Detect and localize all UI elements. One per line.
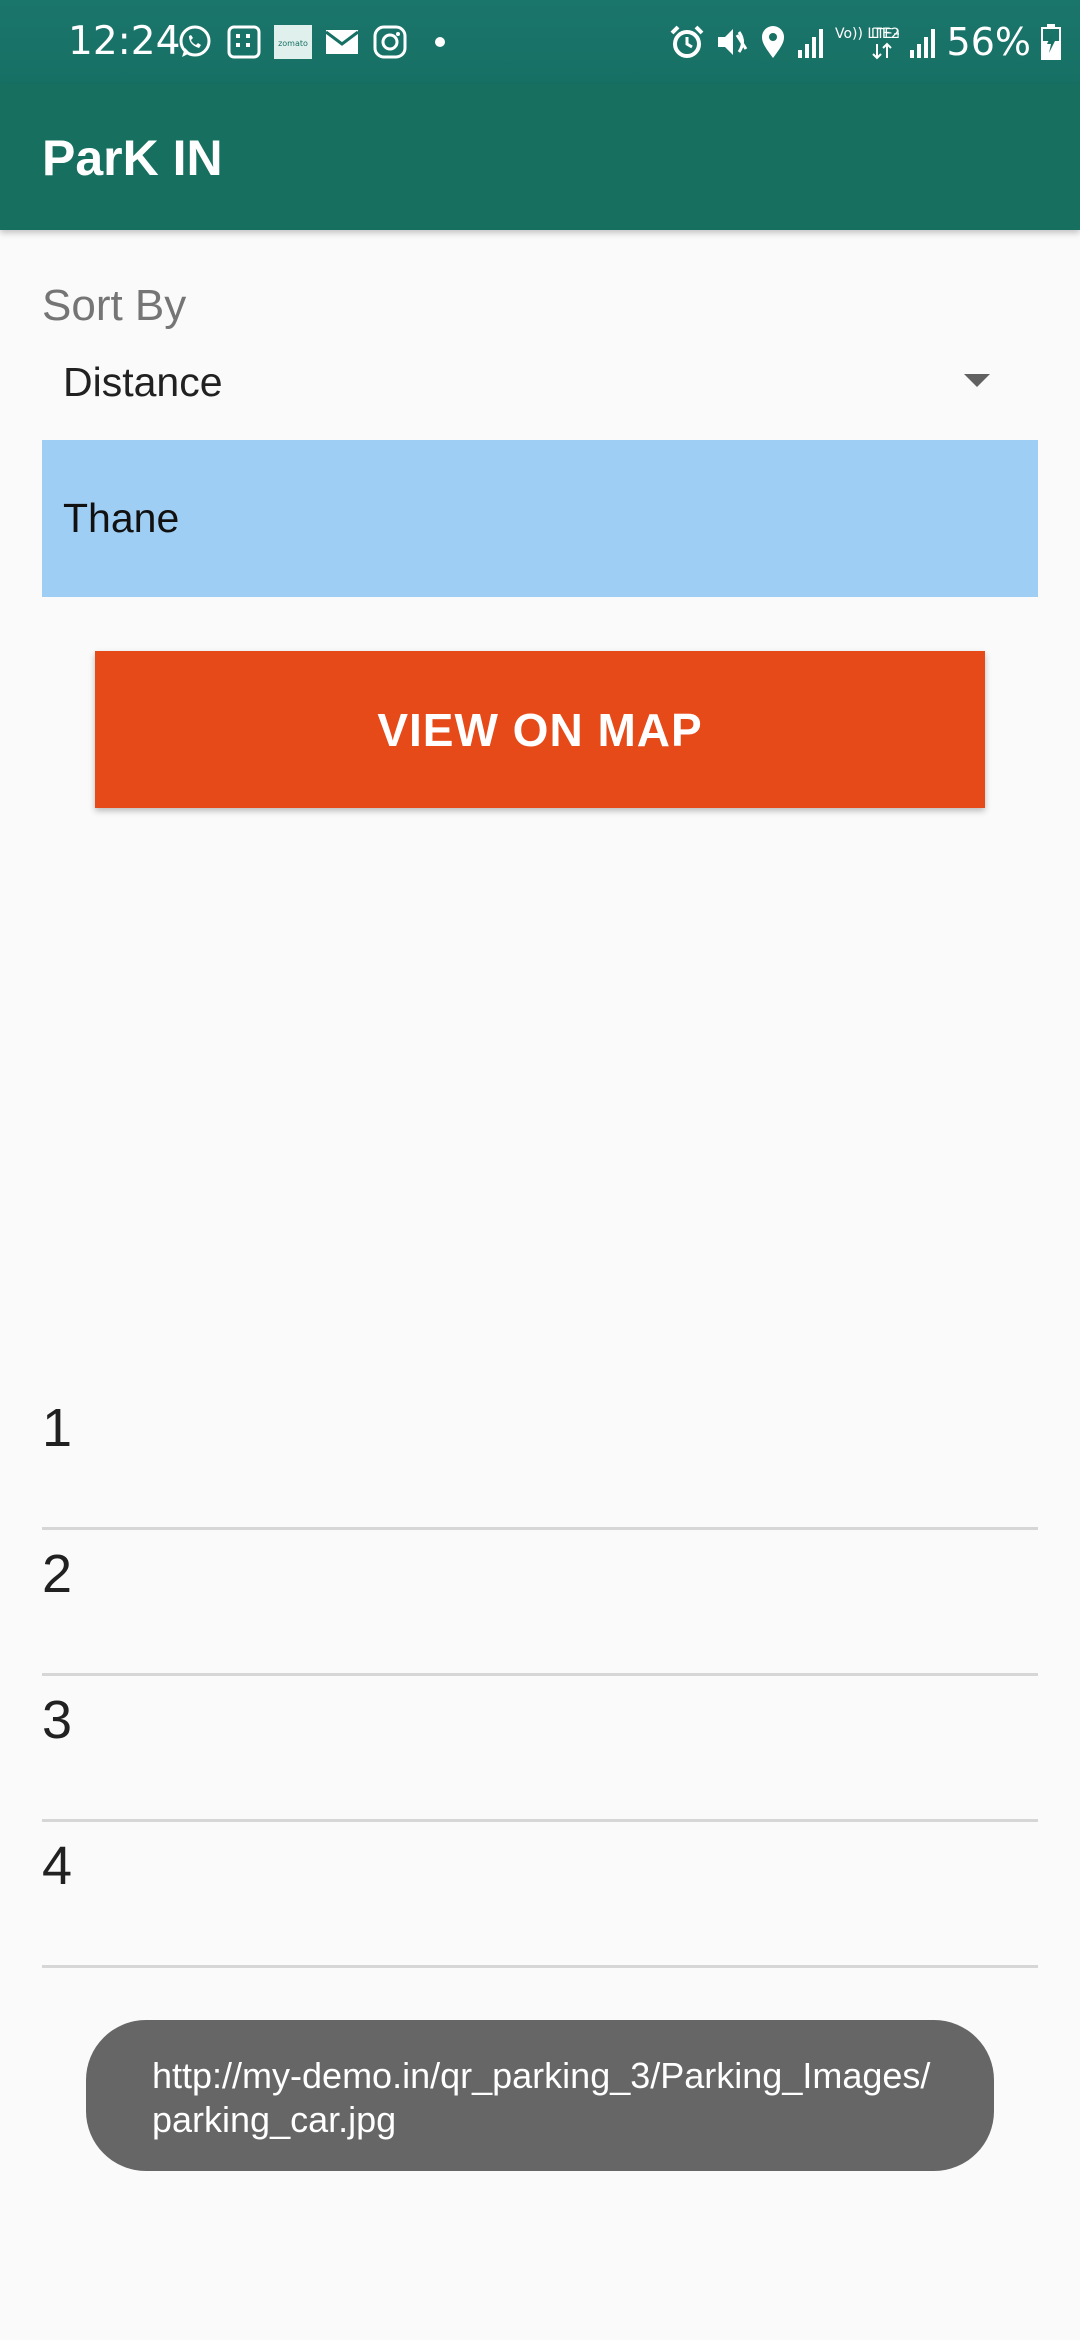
volte-lte-icon: Vo)) LTE2 LTE+ <box>835 22 899 62</box>
battery-charging-icon <box>1040 23 1062 61</box>
dot-icon <box>434 36 446 48</box>
signal-icon <box>908 26 938 58</box>
mail-icon <box>324 27 360 57</box>
status-time: 12:24 <box>68 19 181 64</box>
location-icon <box>759 24 787 60</box>
list-item-label: 2 <box>42 1544 73 1604</box>
list-item-label: 3 <box>42 1690 73 1750</box>
sort-by-label: Sort By <box>42 281 187 330</box>
dropdown-arrow-icon <box>964 374 990 387</box>
mute-icon <box>714 24 750 60</box>
battery-percent: 56% <box>946 20 1031 64</box>
list-item[interactable]: 2 <box>42 1530 1038 1676</box>
toast-text: http://my-demo.in/qr_parking_3/Parking_I… <box>152 2055 931 2140</box>
system-icons: Vo)) LTE2 LTE+ 56% <box>669 20 1062 64</box>
alarm-icon <box>669 24 705 60</box>
whatsapp-icon <box>176 23 214 61</box>
instagram-icon <box>372 24 408 60</box>
list-item[interactable]: 4 <box>42 1822 1038 1968</box>
app-title: ParK IN <box>42 130 223 186</box>
list-item-label: 4 <box>42 1836 73 1896</box>
svg-text:LTE+: LTE+ <box>871 27 899 42</box>
app-screen: 12:24 zomato Vo)) LTE2 LTE+ 56% ParK IN … <box>0 0 1080 2340</box>
signal-icon <box>796 26 826 58</box>
view-on-map-button[interactable]: VIEW ON MAP <box>95 651 985 808</box>
location-value: Thane <box>63 495 180 541</box>
zomato-icon: zomato <box>274 25 312 59</box>
toast-message: http://my-demo.in/qr_parking_3/Parking_I… <box>86 2020 994 2171</box>
sort-by-dropdown[interactable]: Distance <box>42 350 1038 416</box>
calculator-icon <box>226 24 262 60</box>
status-bar: 12:24 zomato Vo)) LTE2 LTE+ 56% <box>0 0 1080 84</box>
app-bar: ParK IN <box>0 84 1080 230</box>
sort-selected-value: Distance <box>63 359 223 405</box>
notification-icons: zomato <box>176 20 446 64</box>
svg-text:zomato: zomato <box>278 39 308 48</box>
parking-list: 1 2 3 4 <box>42 1384 1038 1968</box>
list-item[interactable]: 3 <box>42 1676 1038 1822</box>
list-item[interactable]: 1 <box>42 1384 1038 1530</box>
location-field[interactable]: Thane <box>42 440 1038 597</box>
list-item-label: 1 <box>42 1398 73 1458</box>
